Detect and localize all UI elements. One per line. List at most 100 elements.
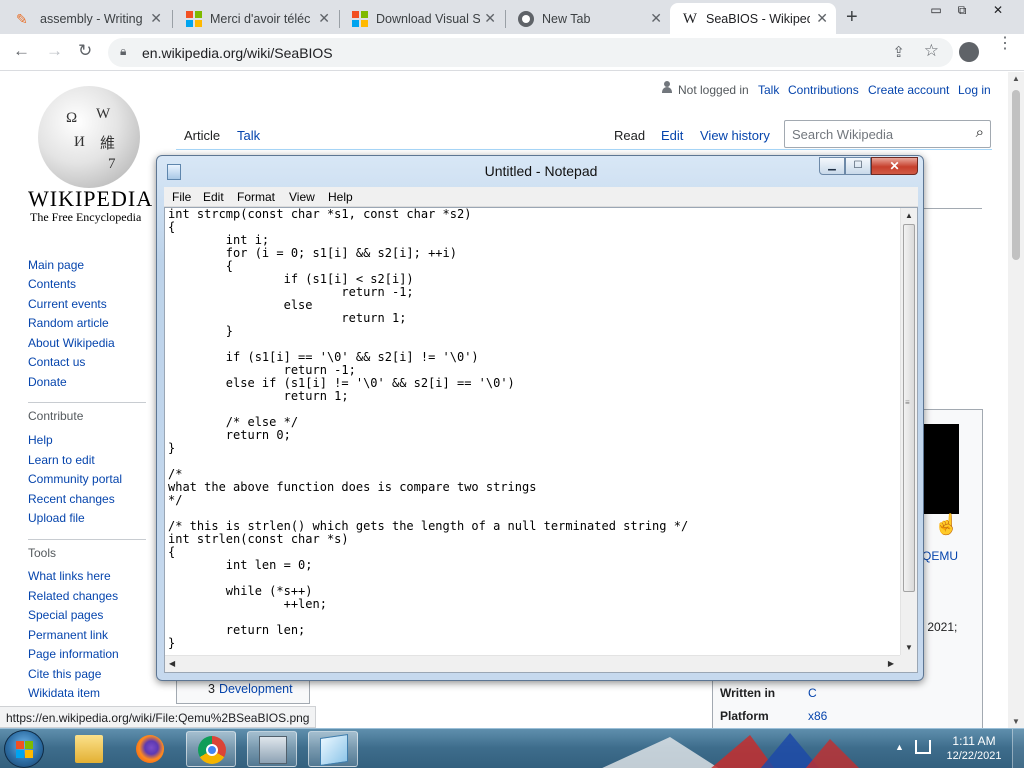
wikipedia-wordmark[interactable]: Wikipedia [28, 186, 153, 212]
nav-community-portal[interactable]: Community portal [28, 472, 122, 486]
back-button[interactable]: ← [13, 41, 30, 61]
tab-article[interactable]: Article [184, 128, 220, 143]
wikipedia-search-input[interactable] [792, 121, 962, 147]
infobox-value-written-in[interactable]: C [808, 686, 817, 700]
nav-learn-to-edit[interactable]: Learn to edit [28, 453, 95, 467]
share-icon[interactable]: ⇪ [892, 43, 905, 61]
menu-file[interactable]: File [172, 190, 191, 204]
nav-random-article[interactable]: Random article [28, 316, 109, 330]
url-text: en.wikipedia.org/wiki/SeaBIOS [142, 45, 333, 61]
address-bar[interactable]: 🔒︎ en.wikipedia.org/wiki/SeaBIOS ⇪ ☆ [108, 38, 953, 67]
wikipedia-search-box[interactable]: ⌕ [784, 120, 991, 148]
tab-underline [176, 149, 992, 150]
show-hidden-icons-arrow-icon[interactable]: ▲ [895, 742, 904, 752]
clock-date[interactable]: 12/22/2021 [934, 750, 1014, 762]
browser-tab-seabios[interactable]: W SeaBIOS - Wikiped ✕ [670, 3, 836, 34]
nav-what-links-here[interactable]: What links here [28, 569, 111, 583]
show-desktop-button[interactable] [1012, 729, 1024, 768]
close-tab-icon[interactable]: ✕ [650, 10, 662, 27]
contributions-link[interactable]: Contributions [788, 83, 859, 97]
toc-number: 3 [208, 682, 215, 696]
nav-wikidata-item[interactable]: Wikidata item [28, 686, 100, 700]
infobox-value-platform[interactable]: x86 [808, 709, 827, 723]
tab-talk[interactable]: Talk [237, 128, 260, 143]
notepad-code-text[interactable]: int strcmp(const char *s1, const char *s… [168, 208, 896, 652]
nav-donate[interactable]: Donate [28, 375, 67, 389]
menu-help[interactable]: Help [328, 190, 353, 204]
taskbar-resource-monitor[interactable] [247, 731, 297, 767]
close-tab-icon[interactable]: ✕ [150, 10, 162, 27]
notepad-close-button[interactable]: ✕ [871, 157, 918, 175]
chrome-icon [518, 10, 534, 27]
notepad-scrollbar-thumb[interactable] [903, 224, 915, 592]
nav-main-page[interactable]: Main page [28, 258, 84, 272]
lock-icon[interactable]: 🔒︎ [120, 44, 126, 59]
taskbar-notepad[interactable] [308, 731, 358, 767]
taskbar-firefox[interactable] [125, 731, 175, 767]
wikipedia-globe-logo[interactable]: Ω W И 維 7 [38, 86, 140, 188]
reload-button[interactable]: ↻ [78, 41, 92, 61]
tab-read[interactable]: Read [614, 128, 645, 143]
nav-contact-us[interactable]: Contact us [28, 355, 85, 369]
menu-format[interactable]: Format [237, 190, 275, 204]
menu-edit[interactable]: Edit [203, 190, 224, 204]
notepad-vertical-scrollbar[interactable]: ▲ ≡ ▼ [900, 208, 917, 655]
scroll-down-arrow-icon[interactable]: ▼ [1012, 717, 1020, 726]
menu-view[interactable]: View [289, 190, 315, 204]
forward-button[interactable]: → [46, 41, 63, 61]
nav-contents[interactable]: Contents [28, 277, 76, 291]
browser-menu-icon[interactable]: ⋮ [997, 36, 1013, 52]
nav-about-wikipedia[interactable]: About Wikipedia [28, 336, 115, 350]
notepad-minimize-button[interactable]: ▁ [819, 157, 845, 175]
create-account-link[interactable]: Create account [868, 83, 949, 97]
infobox-date-text: r 2021; [920, 620, 958, 634]
browser-tab-assembly[interactable]: ✎ assembly - Writing ✕ [4, 3, 170, 34]
windows-start-button[interactable] [4, 730, 44, 768]
page-scrollbar-thumb[interactable] [1012, 90, 1020, 260]
tab-edit[interactable]: Edit [661, 128, 683, 143]
bookmark-star-icon[interactable]: ☆ [924, 41, 939, 61]
browser-tab-merci[interactable]: Merci d'avoir téléc ✕ [174, 3, 338, 34]
tab-view-history[interactable]: View history [700, 128, 770, 143]
close-tab-icon[interactable]: ✕ [816, 10, 828, 27]
close-tab-icon[interactable]: ✕ [318, 10, 330, 27]
nav-recent-changes[interactable]: Recent changes [28, 492, 115, 506]
new-tab-button[interactable]: + [846, 6, 858, 29]
browser-tab-strip: ✎ assembly - Writing ✕ Merci d'avoir tél… [0, 0, 1024, 34]
nav-special-pages[interactable]: Special pages [28, 608, 103, 622]
log-in-link[interactable]: Log in [958, 83, 991, 97]
nav-upload-file[interactable]: Upload file [28, 511, 85, 525]
notepad-maximize-button[interactable]: ☐ [845, 157, 871, 175]
notepad-text-area[interactable]: int strcmp(const char *s1, const char *s… [164, 207, 918, 673]
browser-tab-new-tab[interactable]: New Tab ✕ [506, 3, 670, 34]
taskbar-chrome[interactable] [186, 731, 236, 767]
taskbar-windows-explorer[interactable] [64, 731, 114, 767]
browser-restore-button[interactable]: ⧉ [946, 0, 978, 20]
browser-tab-download-visual[interactable]: Download Visual S ✕ [340, 3, 504, 34]
profile-avatar-icon[interactable] [959, 42, 979, 62]
scroll-right-arrow-icon[interactable]: ▶ [888, 659, 894, 668]
clock-time[interactable]: 1:11 AM [934, 734, 1014, 748]
talk-link[interactable]: Talk [758, 83, 779, 97]
nav-cite-this-page[interactable]: Cite this page [28, 667, 101, 681]
nav-page-information[interactable]: Page information [28, 647, 119, 661]
notepad-horizontal-scrollbar[interactable]: ◀ ▶ [165, 655, 900, 672]
nav-permanent-link[interactable]: Permanent link [28, 628, 108, 642]
microsoft-icon [352, 10, 368, 27]
search-icon[interactable]: ⌕ [976, 124, 984, 141]
nav-current-events[interactable]: Current events [28, 297, 107, 311]
scroll-up-arrow-icon[interactable]: ▲ [1012, 74, 1020, 83]
scroll-left-arrow-icon[interactable]: ◀ [169, 659, 175, 668]
page-scrollbar[interactable]: ▲ ▼ [1008, 72, 1024, 728]
scroll-up-arrow-icon[interactable]: ▲ [905, 211, 913, 220]
nav-help[interactable]: Help [28, 433, 53, 447]
notepad-window[interactable]: Untitled - Notepad ▁ ☐ ✕ File Edit Forma… [156, 155, 924, 681]
infobox-screenshot-image[interactable] [919, 424, 959, 514]
network-icon[interactable] [915, 740, 931, 754]
infobox-caption-link[interactable]: QEMU [922, 549, 958, 563]
browser-close-button[interactable]: ✕ [982, 0, 1014, 20]
tab-title: Download Visual S [376, 11, 480, 26]
scroll-down-arrow-icon[interactable]: ▼ [905, 643, 913, 652]
close-tab-icon[interactable]: ✕ [484, 10, 496, 27]
nav-related-changes[interactable]: Related changes [28, 589, 118, 603]
